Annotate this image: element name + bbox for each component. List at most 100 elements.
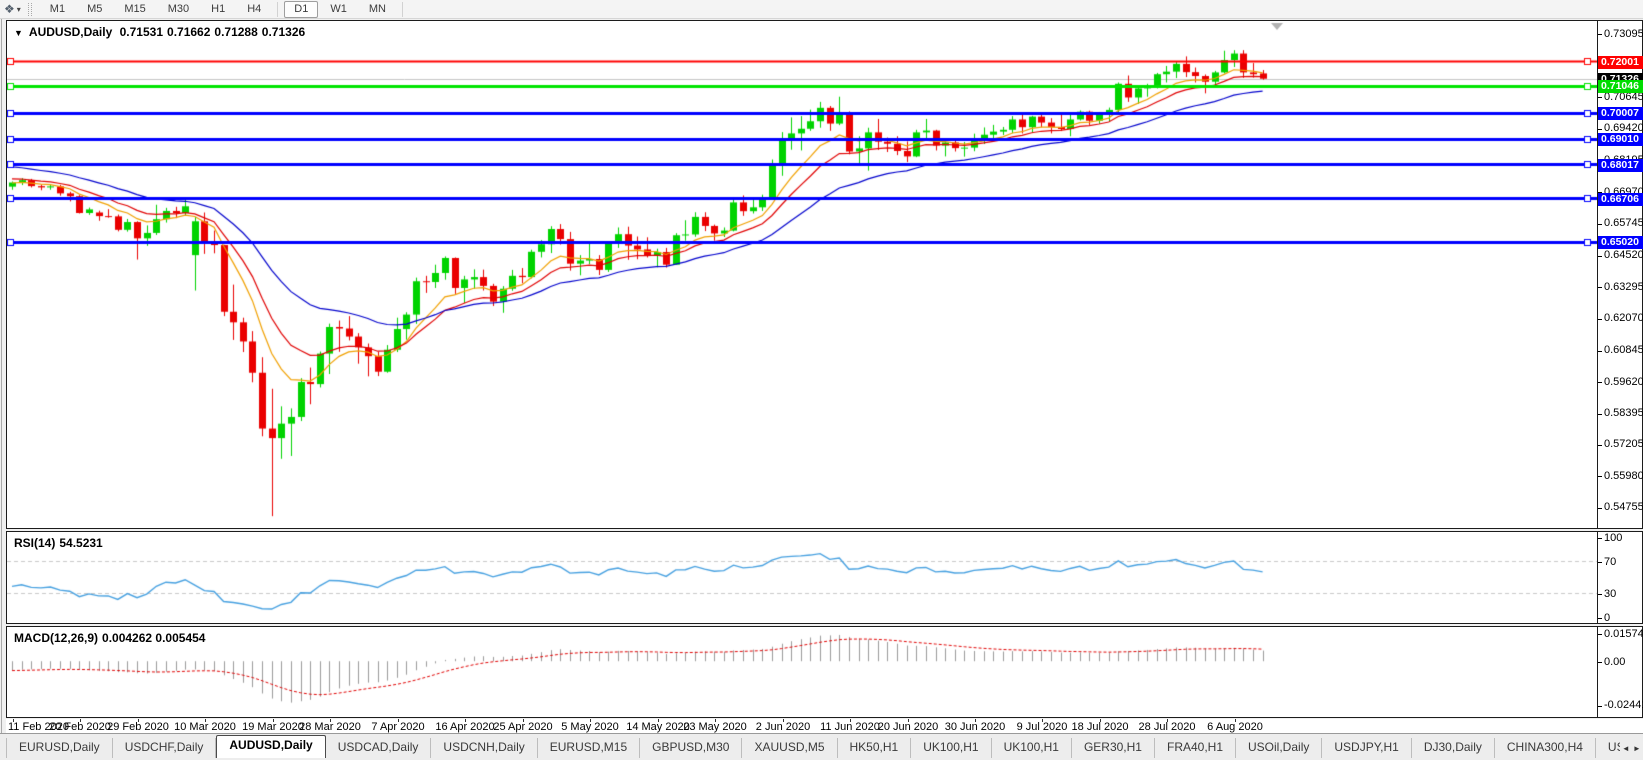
symbol-tab-uk100-h1[interactable]: UK100,H1 bbox=[992, 738, 1072, 758]
price-tick-mark bbox=[1598, 224, 1602, 225]
price-tick-label: 0.57205 bbox=[1604, 438, 1643, 451]
rsi-value: 54.5231 bbox=[59, 536, 102, 550]
dropdown-arrow-icon[interactable]: ▾ bbox=[17, 5, 21, 14]
price-tag[interactable]: 0.72001 bbox=[1598, 56, 1643, 69]
price-tick-mark bbox=[1598, 351, 1602, 352]
symbol-tab-gbpusd-m30[interactable]: GBPUSD,M30 bbox=[640, 738, 742, 758]
price-tick-mark bbox=[1598, 508, 1602, 509]
symbol-tab-audusd-daily[interactable]: AUDUSD,Daily bbox=[216, 735, 325, 758]
rsi-tick-mark bbox=[1598, 562, 1602, 563]
timeframe-w1[interactable]: W1 bbox=[320, 1, 357, 18]
price-tick-mark bbox=[1598, 319, 1602, 320]
tab-scroll-right-icon[interactable]: ► bbox=[1633, 740, 1641, 758]
date-tick-label: 23 May 2020 bbox=[683, 721, 747, 733]
symbol-tab-fra40-h1[interactable]: FRA40,H1 bbox=[1155, 738, 1236, 758]
price-tick-mark bbox=[1598, 445, 1602, 446]
macd-axis[interactable]: 0.0157410.00-0.024412 bbox=[1598, 626, 1643, 718]
main-chart-panel: ▼AUDUSD,Daily 0.715310.716620.712880.713… bbox=[6, 20, 1598, 529]
macd-tick-mark bbox=[1598, 706, 1602, 707]
timeframe-group: M1M5M15M30H1H4 D1W1MN bbox=[39, 1, 408, 18]
timeframe-m1[interactable]: M1 bbox=[40, 1, 75, 18]
rsi-tick-label: 30 bbox=[1604, 588, 1616, 601]
collapse-icon[interactable]: ▼ bbox=[14, 28, 23, 38]
date-tick-label: 7 Apr 2020 bbox=[371, 721, 424, 733]
price-tick-mark bbox=[1598, 414, 1602, 415]
symbol-tab-usoil-h[interactable]: USOil,H bbox=[1596, 738, 1620, 758]
symbol-tab-dj30-daily[interactable]: DJ30,Daily bbox=[1412, 738, 1495, 758]
symbol-tab-china300-h4[interactable]: CHINA300,H4 bbox=[1495, 738, 1596, 758]
date-tick-label: 28 Mar 2020 bbox=[299, 721, 361, 733]
symbol-tab-eurusd-m15[interactable]: EURUSD,M15 bbox=[538, 738, 640, 758]
price-tick-mark bbox=[1598, 256, 1602, 257]
macd-tick-mark bbox=[1598, 634, 1602, 635]
timeframe-d1[interactable]: D1 bbox=[284, 1, 318, 18]
toolbar-separator bbox=[277, 2, 278, 17]
ohlc-open: 0.71531 bbox=[120, 25, 163, 39]
symbol-tab-usdchf-daily[interactable]: USDCHF,Daily bbox=[113, 738, 217, 758]
tab-scroll-left-icon[interactable]: ◄ bbox=[1622, 740, 1630, 758]
macd-canvas[interactable] bbox=[7, 627, 1597, 717]
date-tick-label: 28 Jul 2020 bbox=[1139, 721, 1196, 733]
timeframe-m30[interactable]: M30 bbox=[158, 1, 199, 18]
symbol-tab-uk100-h1[interactable]: UK100,H1 bbox=[911, 738, 991, 758]
price-tick-mark bbox=[1598, 34, 1602, 35]
timeframe-m15[interactable]: M15 bbox=[114, 1, 155, 18]
price-tick-mark bbox=[1598, 97, 1602, 98]
ohlc-high: 0.71662 bbox=[167, 25, 210, 39]
date-tick-label: 2 Jun 2020 bbox=[756, 721, 810, 733]
symbol-tab-hk50-h1[interactable]: HK50,H1 bbox=[838, 738, 912, 758]
chart-title: ▼AUDUSD,Daily 0.715310.716620.712880.713… bbox=[14, 25, 309, 39]
macd-tick-label: 0.015741 bbox=[1604, 628, 1643, 641]
date-axis[interactable]: 11 Feb 202020 Feb 202029 Feb 202010 Mar … bbox=[6, 719, 1643, 733]
symbol-tab-usdjpy-h1[interactable]: USDJPY,H1 bbox=[1322, 738, 1411, 758]
date-tick-label: 25 Apr 2020 bbox=[493, 721, 552, 733]
rsi-label: RSI(14)54.5231 bbox=[14, 536, 107, 550]
rsi-tick-label: 0 bbox=[1604, 612, 1610, 625]
price-tick-label: 0.63295 bbox=[1604, 281, 1643, 294]
rsi-axis[interactable]: 10070300 bbox=[1598, 531, 1643, 624]
macd-tick-label: -0.024412 bbox=[1604, 699, 1643, 712]
chart-objects-icon[interactable]: ❖ bbox=[4, 2, 15, 16]
price-tag[interactable]: 0.71046 bbox=[1598, 80, 1643, 93]
macd-values: 0.004262 0.005454 bbox=[102, 631, 205, 645]
symbol-tab-usdcad-daily[interactable]: USDCAD,Daily bbox=[326, 738, 432, 758]
timeframe-mn[interactable]: MN bbox=[359, 1, 396, 18]
chart-tab-bar: EURUSD,DailyUSDCHF,DailyAUDUSD,DailyUSDC… bbox=[0, 733, 1643, 760]
timeframe-m5[interactable]: M5 bbox=[77, 1, 112, 18]
price-tick-label: 0.58395 bbox=[1604, 407, 1643, 420]
price-tag[interactable]: 0.66706 bbox=[1598, 193, 1643, 206]
price-tick-mark bbox=[1598, 129, 1602, 130]
date-tick-label: 18 Jul 2020 bbox=[1072, 721, 1129, 733]
rsi-tick-mark bbox=[1598, 618, 1602, 619]
macd-tick-mark bbox=[1598, 662, 1602, 663]
symbol-tab-ger30-h1[interactable]: GER30,H1 bbox=[1072, 738, 1155, 758]
date-tick-label: 30 Jun 2020 bbox=[945, 721, 1006, 733]
date-tick-label: 11 Jun 2020 bbox=[820, 721, 880, 733]
price-tag[interactable]: 0.65020 bbox=[1598, 236, 1643, 249]
rsi-canvas[interactable] bbox=[7, 532, 1597, 623]
date-tick-label: 29 Feb 2020 bbox=[107, 721, 169, 733]
price-chart-canvas[interactable] bbox=[7, 21, 1597, 528]
price-tag[interactable]: 0.68017 bbox=[1598, 159, 1643, 172]
date-tick-label: 9 Jul 2020 bbox=[1017, 721, 1068, 733]
price-tag[interactable]: 0.69010 bbox=[1598, 133, 1643, 146]
symbol-tab-eurusd-daily[interactable]: EURUSD,Daily bbox=[6, 738, 113, 758]
toolbar-separator bbox=[402, 2, 403, 17]
price-axis[interactable]: 0.730950.718700.706450.694200.681950.669… bbox=[1598, 20, 1643, 529]
ohlc-close: 0.71326 bbox=[262, 25, 305, 39]
price-tick-label: 0.54755 bbox=[1604, 501, 1643, 514]
symbol-tab-usdcnh-daily[interactable]: USDCNH,Daily bbox=[431, 738, 537, 758]
timeframe-h4[interactable]: H4 bbox=[237, 1, 271, 18]
date-tick-label: 20 Jun 2020 bbox=[878, 721, 939, 733]
price-tick-mark bbox=[1598, 476, 1602, 477]
price-tag[interactable]: 0.70007 bbox=[1598, 107, 1643, 120]
price-tick-label: 0.59620 bbox=[1604, 376, 1643, 389]
date-tick-label: 6 Aug 2020 bbox=[1207, 721, 1263, 733]
date-tick-label: 10 Mar 2020 bbox=[174, 721, 236, 733]
symbol-tab-usoil-daily[interactable]: USOil,Daily bbox=[1236, 738, 1322, 758]
price-tick-mark bbox=[1598, 382, 1602, 383]
toolbar-grip[interactable] bbox=[28, 3, 32, 16]
timeframe-h1[interactable]: H1 bbox=[201, 1, 235, 18]
symbol-tab-xauusd-m5[interactable]: XAUUSD,M5 bbox=[742, 738, 837, 758]
price-tick-label: 0.73095 bbox=[1604, 28, 1643, 41]
